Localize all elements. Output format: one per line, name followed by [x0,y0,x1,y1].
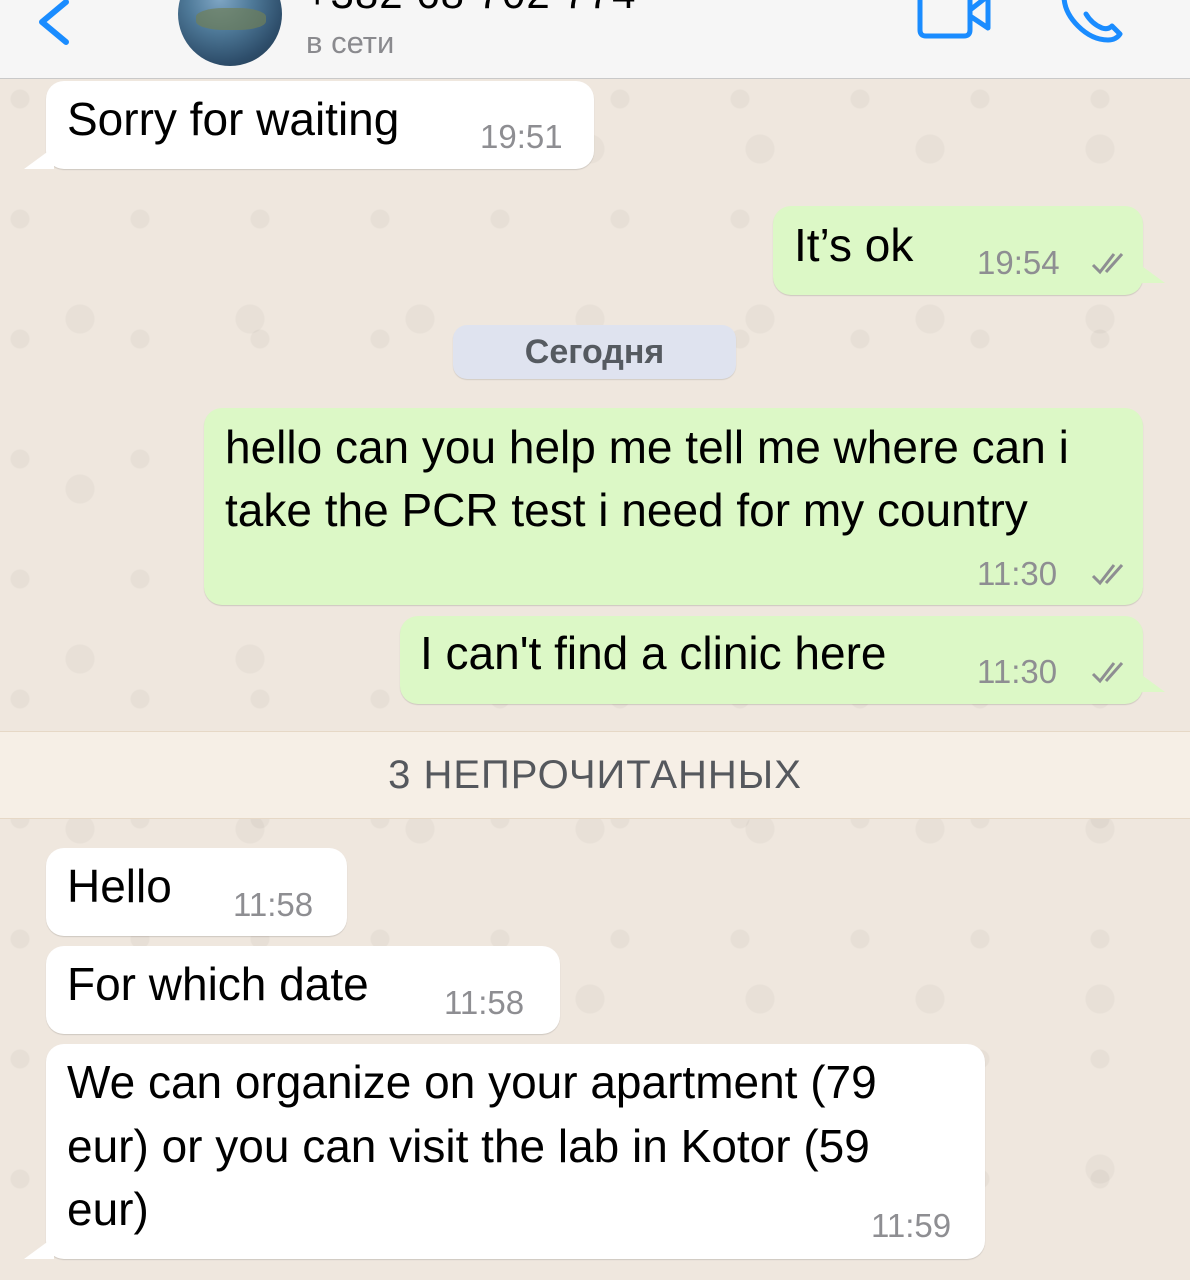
message-incoming[interactable]: We can organize on your apartment (79 eu… [24,1044,985,1259]
chat-area[interactable]: Sorry for waiting 19:51 It’s ok 19:54 Се… [0,79,1190,1280]
message-time: 11:30 [977,555,1058,592]
message-text-line: hello can you help me tell me where can … [225,421,1069,473]
message-text: It’s ok [794,219,914,271]
read-receipt-icon [1091,253,1124,275]
chevron-left-icon [39,0,69,45]
chat-header: +382 68 702 774 в сети [0,0,1190,79]
read-receipt-icon [1091,662,1124,684]
message-time: 19:51 [480,118,563,155]
contact-name[interactable]: +382 68 702 774 [305,0,636,18]
message-text-line: eur) or you can visit the lab in Kotor (… [67,1120,870,1172]
voice-call-button[interactable] [1058,0,1128,44]
back-button[interactable] [28,0,88,50]
message-text: Sorry for waiting [67,93,400,145]
message-outgoing[interactable]: It’s ok 19:54 [773,206,1165,295]
message-time: 19:54 [977,244,1060,281]
message-time: 11:30 [977,653,1058,690]
message-text: For which date [67,958,369,1010]
message-incoming[interactable]: Sorry for waiting 19:51 [24,81,594,169]
unread-messages-banner: 3 НЕПРОЧИТАННЫХ [0,731,1190,819]
message-outgoing[interactable]: I can't find a clinic here 11:30 [400,616,1165,704]
message-text-line: take the PCR test i need for my country [225,484,1028,536]
contact-status: в сети [306,25,395,60]
message-incoming[interactable]: For which date 11:58 [46,946,560,1034]
message-text: I can't find a clinic here [420,627,887,679]
avatar[interactable] [178,0,282,66]
message-time: 11:58 [233,886,314,923]
date-separator: Сегодня [453,325,736,379]
message-incoming[interactable]: Hello 11:58 [46,848,347,936]
read-receipt-icon [1091,564,1124,586]
phone-icon [1061,0,1123,43]
video-camera-icon [917,0,991,39]
message-text: Hello [67,860,172,912]
video-call-button[interactable] [914,0,994,40]
message-text-line: We can organize on your apartment (79 [67,1056,877,1108]
message-outgoing[interactable]: hello can you help me tell me where can … [204,408,1143,605]
message-text-line: eur) [67,1183,149,1235]
message-time: 11:59 [871,1207,952,1244]
message-time: 11:58 [444,984,525,1021]
